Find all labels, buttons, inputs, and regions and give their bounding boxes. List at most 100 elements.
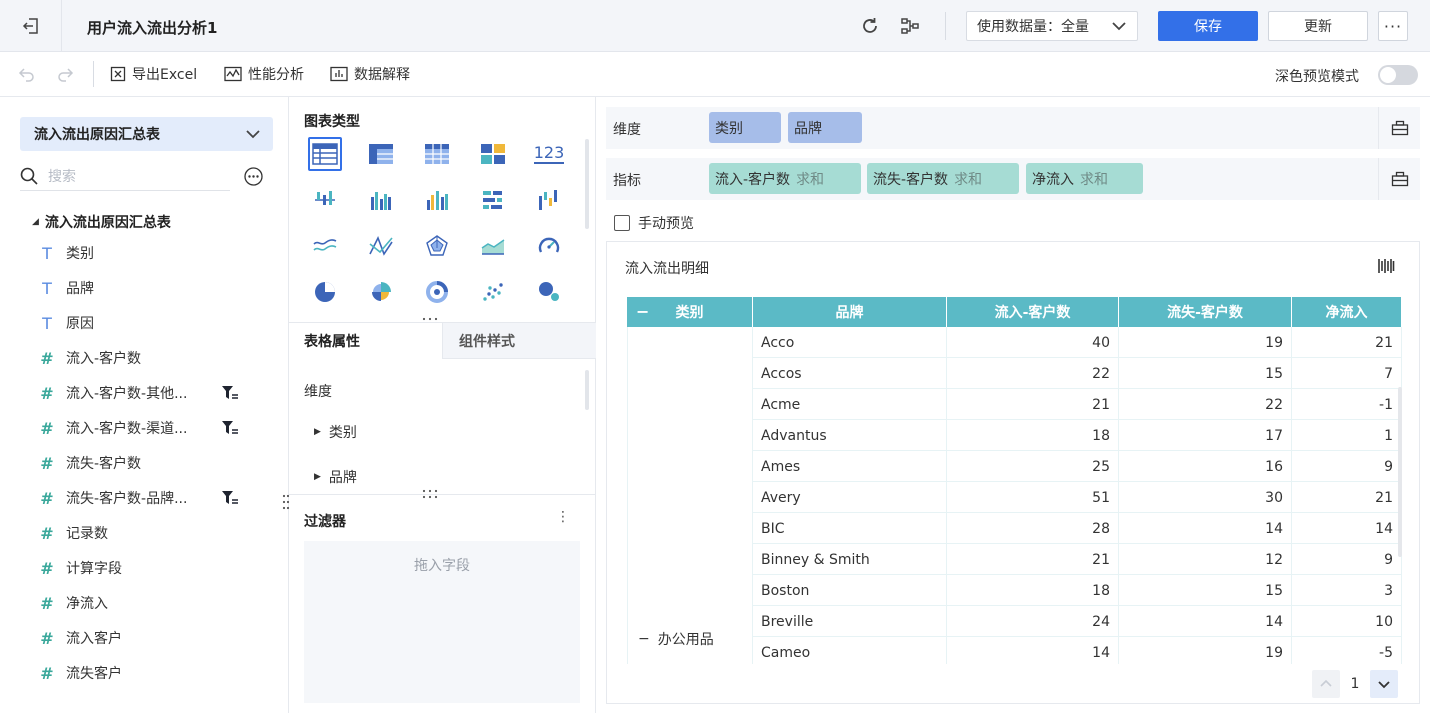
dimension-item-category[interactable]: ▶ 类别: [314, 422, 357, 442]
field-item-inflow-customer[interactable]: # 流入客户: [38, 628, 278, 648]
field-item-record-count[interactable]: # 记录数: [38, 523, 278, 543]
dimension-item-brand[interactable]: ▶ 品牌: [314, 467, 357, 487]
card-chart-icon[interactable]: [476, 137, 510, 171]
dimension-pill-brand[interactable]: 品牌: [788, 112, 862, 143]
dimension-shelf[interactable]: 维度 类别 品牌: [606, 107, 1420, 149]
measure-pill-outflow[interactable]: 流失-客户数 求和: [867, 163, 1019, 194]
line-chart-icon[interactable]: [308, 229, 342, 263]
undo-icon[interactable]: [18, 64, 42, 84]
column-header-category[interactable]: − 类别: [627, 297, 753, 327]
shelf-settings-icon[interactable]: [1378, 107, 1420, 149]
column-header-inflow[interactable]: 流入-客户数: [947, 297, 1119, 327]
grouped-table-icon[interactable]: [364, 137, 398, 171]
measure-pill-inflow[interactable]: 流入-客户数 求和: [709, 163, 861, 194]
detail-table-icon[interactable]: [308, 137, 342, 171]
tab-component-style[interactable]: 组件样式: [442, 323, 596, 359]
vertical-more-icon[interactable]: ⋮: [556, 509, 570, 525]
toolbar: 导出Excel 性能分析 数据解释 深色预览模式: [0, 52, 1430, 97]
cross-table-icon[interactable]: [420, 137, 454, 171]
area-chart-icon[interactable]: [476, 229, 510, 263]
rose-chart-icon[interactable]: [364, 275, 398, 309]
page-up-button[interactable]: [1312, 670, 1340, 698]
barcode-icon[interactable]: [1377, 257, 1395, 279]
checkbox[interactable]: [614, 215, 630, 231]
lineage-icon[interactable]: [898, 14, 922, 38]
bar-range-chart-icon[interactable]: [308, 183, 342, 217]
table-row[interactable]: Ames 25 16 9: [752, 451, 1402, 482]
dataset-select[interactable]: 流入流出原因汇总表: [20, 117, 273, 151]
field-item-inflow-channel[interactable]: # 流入-客户数-渠道...: [38, 418, 278, 438]
dimension-pill-category[interactable]: 类别: [709, 112, 781, 143]
dark-preview-toggle[interactable]: [1378, 65, 1418, 85]
table-row[interactable]: Cameo 14 19 -5: [752, 637, 1402, 664]
data-amount-select[interactable]: 使用数据量：全量: [966, 11, 1138, 41]
search-box[interactable]: 搜索: [20, 161, 230, 191]
field-item-net-inflow[interactable]: # 净流入: [38, 593, 278, 613]
column-header-outflow[interactable]: 流失-客户数: [1119, 297, 1292, 327]
redo-icon[interactable]: [56, 64, 80, 84]
column-header-brand[interactable]: 品牌: [753, 297, 947, 327]
export-excel-button[interactable]: 导出Excel: [110, 64, 197, 84]
table-row[interactable]: Advantus 18 17 1: [752, 420, 1402, 451]
field-item-outflow-brand[interactable]: # 流失-客户数-品牌...: [38, 488, 278, 508]
kpi-number-icon[interactable]: 123: [532, 137, 566, 171]
measure-shelf[interactable]: 指标 流入-客户数 求和 流失-客户数 求和 净流入 求和: [606, 158, 1420, 200]
collapse-icon[interactable]: −: [638, 631, 650, 647]
table-scrollbar[interactable]: [1398, 387, 1402, 557]
filter-drop-zone[interactable]: 拖入字段: [304, 541, 580, 703]
field-item-category[interactable]: T 类别: [38, 243, 278, 263]
pie-chart-icon[interactable]: [308, 275, 342, 309]
measure-pill-net[interactable]: 净流入 求和: [1026, 163, 1143, 194]
table-row[interactable]: Binney & Smith 21 12 9: [752, 544, 1402, 575]
more-options-icon[interactable]: [244, 167, 263, 190]
table-row[interactable]: BIC 28 14 14: [752, 513, 1402, 544]
grouped-bar-chart-icon[interactable]: [364, 183, 398, 217]
save-button[interactable]: 保存: [1158, 11, 1258, 41]
table-row[interactable]: Accos 22 15 7: [752, 358, 1402, 389]
waterfall-chart-icon[interactable]: [532, 183, 566, 217]
field-label: 类别: [66, 246, 94, 262]
manual-preview-checkbox[interactable]: 手动预览: [614, 213, 694, 233]
parallel-chart-icon[interactable]: [364, 229, 398, 263]
field-label: 流入-客户数-其他...: [66, 386, 188, 402]
properties-scrollbar[interactable]: [585, 370, 589, 410]
page-down-button[interactable]: [1370, 670, 1398, 698]
performance-button[interactable]: 性能分析: [224, 64, 304, 84]
table-row[interactable]: Avery 51 30 21: [752, 482, 1402, 513]
multi-bar-chart-icon[interactable]: [420, 183, 454, 217]
field-item-reason[interactable]: T 原因: [38, 313, 278, 333]
bubble-chart-icon[interactable]: [532, 275, 566, 309]
refresh-icon[interactable]: [858, 14, 882, 38]
table-row[interactable]: Acme 21 22 -1: [752, 389, 1402, 420]
shelf-settings-icon[interactable]: [1378, 158, 1420, 200]
field-item-outflow-customer[interactable]: # 流失客户: [38, 663, 278, 683]
scatter-chart-icon[interactable]: [476, 275, 510, 309]
exit-icon[interactable]: [0, 0, 62, 52]
field-item-outflow-customers[interactable]: # 流失-客户数: [38, 453, 278, 473]
tree-root[interactable]: ◢ 流入流出原因汇总表: [32, 212, 171, 232]
data-explain-button[interactable]: 数据解释: [330, 64, 410, 84]
expand-triangle-icon: ▶: [314, 472, 321, 482]
column-header-net[interactable]: 净流入: [1292, 297, 1402, 327]
table-row[interactable]: Breville 24 14 10: [752, 606, 1402, 637]
group-label[interactable]: − 办公用品: [638, 629, 714, 649]
more-button[interactable]: ···: [1378, 11, 1408, 41]
gauge-chart-icon[interactable]: [532, 229, 566, 263]
field-item-inflow-other[interactable]: # 流入-客户数-其他...: [38, 383, 278, 403]
cell-brand: Acme: [752, 389, 947, 420]
radar-chart-icon[interactable]: [420, 229, 454, 263]
tab-table-properties[interactable]: 表格属性: [289, 323, 442, 359]
table-row[interactable]: Acco 40 19 21: [752, 327, 1402, 358]
chart-type-scrollbar[interactable]: [585, 139, 589, 229]
search-input[interactable]: 搜索: [48, 166, 76, 186]
chevron-down-icon: [1378, 681, 1390, 689]
expand-triangle-icon: ▶: [314, 427, 321, 437]
field-item-brand[interactable]: T 品牌: [38, 278, 278, 298]
field-item-calculated[interactable]: # 计算字段: [38, 558, 278, 578]
table-row[interactable]: Boston 18 15 3: [752, 575, 1402, 606]
collapse-icon[interactable]: −: [636, 302, 649, 321]
field-item-inflow-customers[interactable]: # 流入-客户数: [38, 348, 278, 368]
horizontal-bar-chart-icon[interactable]: [476, 183, 510, 217]
ring-chart-icon[interactable]: [420, 275, 454, 309]
update-button[interactable]: 更新: [1268, 11, 1368, 41]
